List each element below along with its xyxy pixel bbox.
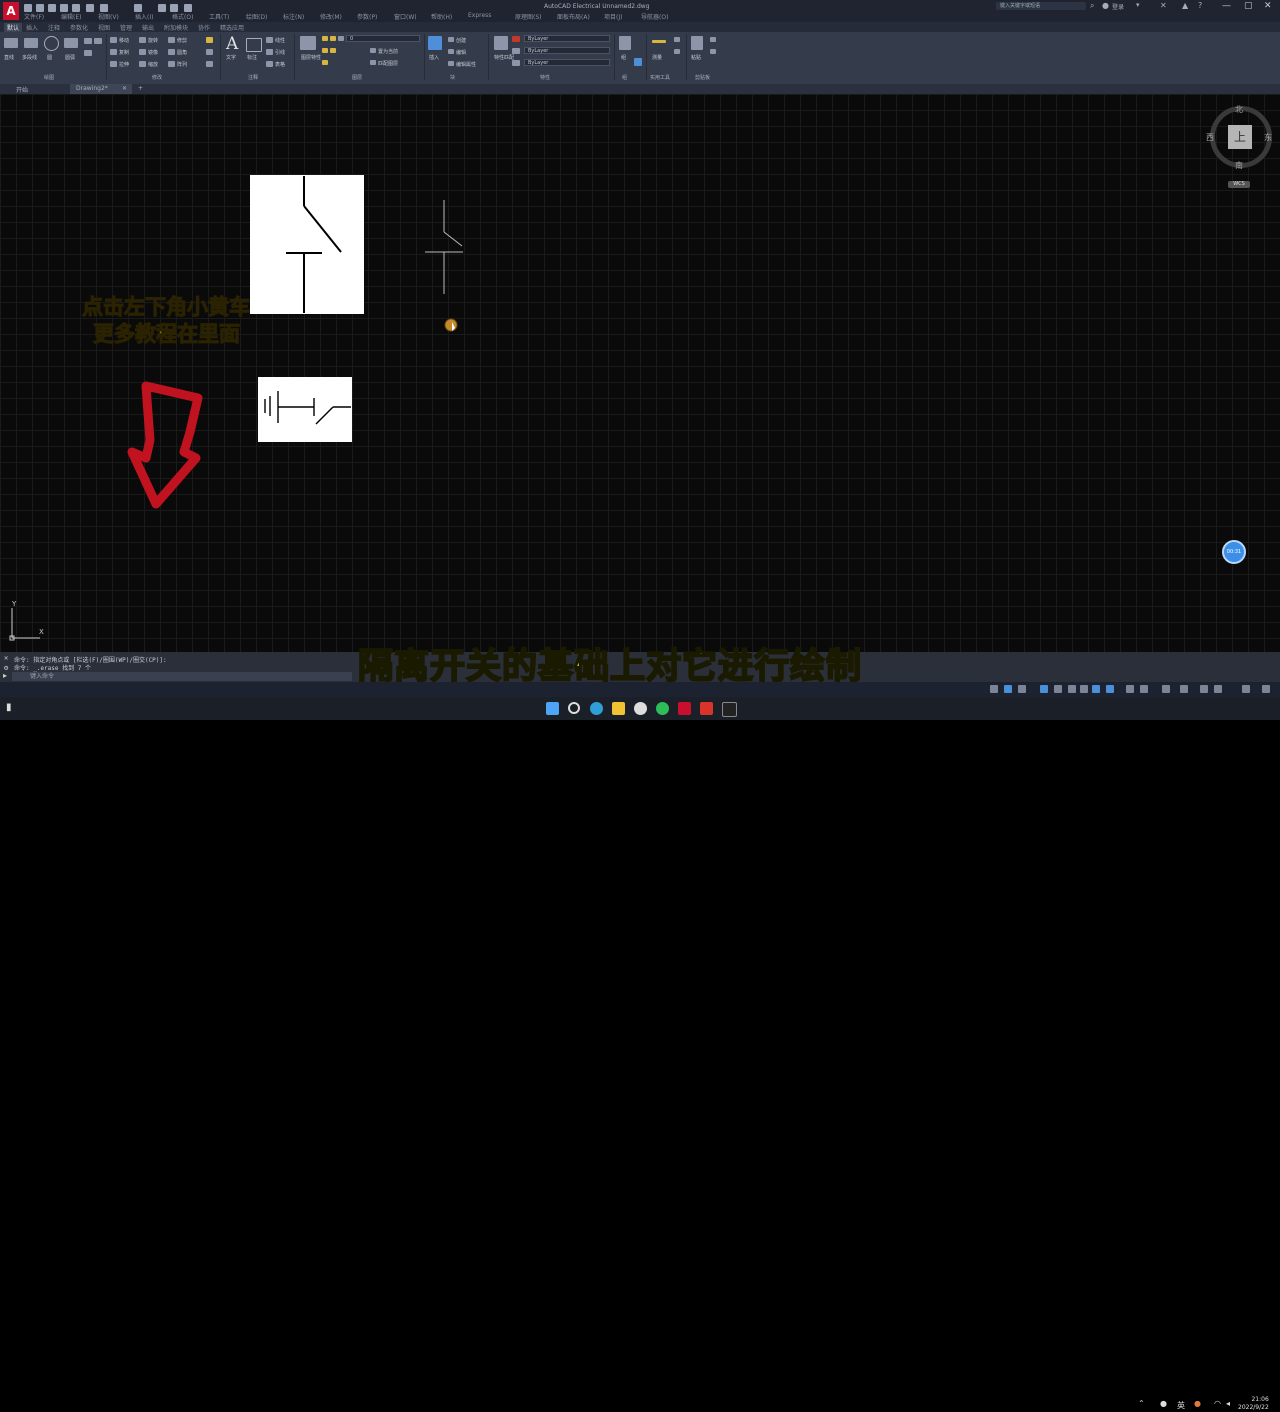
polar-toggle-icon[interactable] xyxy=(1054,685,1062,693)
search-taskbar-icon[interactable] xyxy=(568,702,580,714)
promo-line-1: 点击左下角小黄车 xyxy=(82,295,251,320)
ucs-x-label: X xyxy=(39,628,44,636)
wechat-icon[interactable] xyxy=(656,702,669,715)
wifi-icon[interactable]: ◠ xyxy=(1214,1399,1221,1408)
wcs-menu[interactable]: WCS xyxy=(1228,181,1250,188)
tray-app-icon[interactable]: ● xyxy=(1194,1399,1201,1408)
symbol-background-2[interactable] xyxy=(258,377,352,442)
isodraft-icon[interactable] xyxy=(1068,685,1076,693)
clock-date: 2022/9/22 xyxy=(1238,1404,1269,1411)
workspace-gear-icon[interactable] xyxy=(1180,685,1188,693)
symbol-background-1[interactable] xyxy=(250,175,364,314)
capcut-icon[interactable] xyxy=(722,702,737,717)
cursor-highlight-icon xyxy=(444,318,458,332)
clean-screen-icon[interactable] xyxy=(1242,685,1250,693)
snap-toggle-icon[interactable] xyxy=(1018,685,1026,693)
chrome-icon[interactable] xyxy=(634,702,647,715)
customization-icon[interactable] xyxy=(1262,685,1270,693)
viewcube-east[interactable]: 东 xyxy=(1264,132,1272,143)
drawing-graphics xyxy=(9,175,463,641)
tray-chevron-icon[interactable]: ⌃ xyxy=(1138,1399,1145,1408)
edge-icon[interactable] xyxy=(590,702,603,715)
viewcube-north[interactable]: 北 xyxy=(1235,104,1243,115)
autocad-taskbar-icon[interactable] xyxy=(678,702,691,715)
taskbar-clock[interactable]: 21:06 2022/9/22 xyxy=(1238,1396,1269,1412)
widgets-icon[interactable]: ▮ xyxy=(6,702,19,715)
tray-mic-icon[interactable]: ● xyxy=(1160,1399,1167,1408)
viewcube-west[interactable]: 西 xyxy=(1206,132,1214,143)
input-method-indicator[interactable]: 英 xyxy=(1177,1400,1185,1411)
recording-timer[interactable]: 00:31 xyxy=(1222,540,1246,564)
annotation-scale-icon[interactable] xyxy=(1126,685,1134,693)
viewcube-top-face[interactable]: 上 xyxy=(1228,125,1252,149)
file-explorer-icon[interactable] xyxy=(612,702,625,715)
wps-icon[interactable] xyxy=(700,702,713,715)
lineweight-toggle-icon[interactable] xyxy=(1106,685,1114,693)
annotation-visibility-icon[interactable] xyxy=(1140,685,1148,693)
command-close-icon[interactable]: ✕ xyxy=(4,654,8,662)
annotation-scale-value-icon[interactable] xyxy=(1162,685,1170,693)
grid-toggle-icon[interactable] xyxy=(1004,685,1012,693)
status-bar xyxy=(0,682,1280,697)
ucs-y-label: Y xyxy=(12,600,17,608)
command-input[interactable]: 键入命令 xyxy=(12,672,352,681)
red-arrow-icon xyxy=(127,381,203,509)
disconnector-symbol-draft[interactable] xyxy=(425,200,463,294)
object-snap-tracking-icon[interactable] xyxy=(1080,685,1088,693)
command-prompt-icon: ▸ xyxy=(3,671,8,680)
model-space-icon[interactable] xyxy=(990,685,998,693)
annotation-monitor-icon[interactable] xyxy=(1200,685,1208,693)
volume-icon[interactable]: ◂ xyxy=(1226,1399,1230,1408)
isolate-objects-icon[interactable] xyxy=(1214,685,1222,693)
command-history-line-2: 命令: _.erase 找到 7 个 xyxy=(14,665,91,672)
promo-line-2: 更多教程在里面 xyxy=(93,322,241,347)
object-snap-icon[interactable] xyxy=(1092,685,1100,693)
clock-time: 21:06 xyxy=(1251,1396,1269,1403)
windows-taskbar: ▮ ⌃ ● 英 ● ◠ ◂ 21:06 2022/9/22 xyxy=(0,697,1280,1411)
viewcube-south[interactable]: 南 xyxy=(1235,160,1243,171)
start-icon[interactable] xyxy=(546,702,559,715)
ortho-toggle-icon[interactable] xyxy=(1040,685,1048,693)
ucs-icon xyxy=(9,608,40,641)
